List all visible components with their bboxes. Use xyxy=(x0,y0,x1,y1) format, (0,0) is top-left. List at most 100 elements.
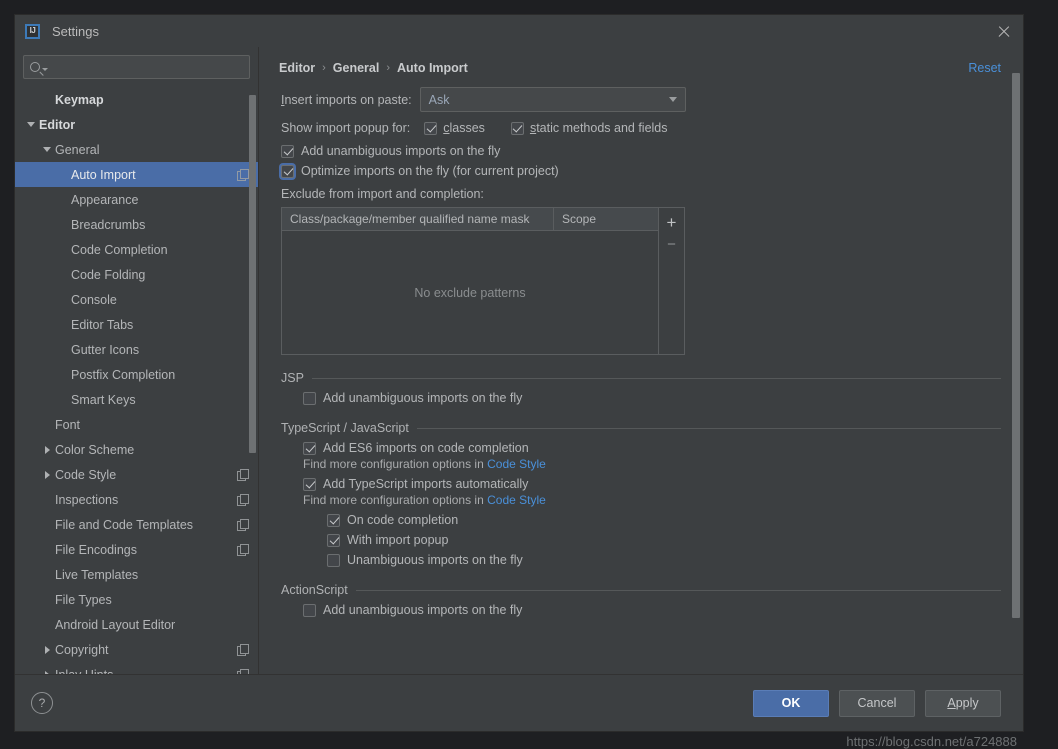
checkbox-classes[interactable]: classes xyxy=(424,121,485,135)
insert-imports-label: Insert imports on paste: xyxy=(281,93,412,107)
checkbox-jsp-add-unambiguous-box[interactable] xyxy=(303,392,316,405)
sidebar-item-android-layout-editor[interactable]: Android Layout Editor xyxy=(15,612,258,637)
sidebar-item-editor[interactable]: Editor xyxy=(15,112,258,137)
sidebar-item-file-and-code-templates[interactable]: File and Code Templates xyxy=(15,512,258,537)
sidebar-scrollbar[interactable] xyxy=(249,95,256,453)
checkbox-jsp-add-unambiguous-label: Add unambiguous imports on the fly xyxy=(323,391,522,405)
breadcrumb-item-0[interactable]: Editor xyxy=(279,61,315,75)
sidebar-item-label: Inspections xyxy=(55,493,118,507)
sidebar-item-breadcrumbs[interactable]: Breadcrumbs xyxy=(15,212,258,237)
exclude-table-buttons: + − xyxy=(659,207,685,355)
exclude-table-body[interactable]: No exclude patterns xyxy=(282,231,658,354)
project-scope-icon xyxy=(237,469,248,480)
static-label-rest: tatic methods and fields xyxy=(536,121,667,135)
chevron-down-icon[interactable] xyxy=(39,147,55,152)
checkbox-optimize-imports-box[interactable] xyxy=(281,165,294,178)
intellij-idea-icon: IJ xyxy=(25,24,40,39)
sidebar-item-label: General xyxy=(55,143,99,157)
checkbox-optimize-imports[interactable]: Optimize imports on the fly (for current… xyxy=(281,164,1023,178)
checkbox-with-import-popup[interactable]: With import popup xyxy=(327,533,1023,547)
chevron-right-icon[interactable] xyxy=(39,471,55,479)
checkbox-classes-label: classes xyxy=(443,121,485,135)
sidebar-item-appearance[interactable]: Appearance xyxy=(15,187,258,212)
help-button[interactable]: ? xyxy=(31,692,53,714)
column-header-scope[interactable]: Scope xyxy=(554,208,658,230)
checkbox-unambiguous-on-the-fly-label: Unambiguous imports on the fly xyxy=(347,553,523,567)
sidebar-item-color-scheme[interactable]: Color Scheme xyxy=(15,437,258,462)
sidebar-item-inspections[interactable]: Inspections xyxy=(15,487,258,512)
search-input[interactable] xyxy=(48,59,243,75)
settings-sidebar: KeymapEditor General Auto Import Appearance… xyxy=(15,47,259,674)
chevron-down-icon[interactable] xyxy=(23,122,39,127)
checkbox-unambiguous-on-the-fly[interactable]: Unambiguous imports on the fly xyxy=(327,553,1023,567)
ok-button[interactable]: OK xyxy=(753,690,829,717)
sidebar-item-code-folding[interactable]: Code Folding xyxy=(15,262,258,287)
breadcrumb-item-1[interactable]: General xyxy=(333,61,380,75)
auto-import-pane: Insert imports on paste: Ask Show import… xyxy=(259,75,1023,617)
sidebar-item-general[interactable]: General xyxy=(15,137,258,162)
checkbox-add-unambiguous-box[interactable] xyxy=(281,145,294,158)
sidebar-item-file-types[interactable]: File Types xyxy=(15,587,258,612)
remove-exclude-button[interactable]: − xyxy=(660,233,684,255)
settings-content: Editor › General › Auto Import Reset Ins… xyxy=(259,47,1023,674)
checkbox-with-import-popup-box[interactable] xyxy=(327,534,340,547)
checkbox-add-unambiguous[interactable]: Add unambiguous imports on the fly xyxy=(281,144,1023,158)
exclude-table-wrap: Class/package/member qualified name mask… xyxy=(281,207,685,355)
sidebar-item-live-templates[interactable]: Live Templates xyxy=(15,562,258,587)
checkbox-jsp-add-unambiguous[interactable]: Add unambiguous imports on the fly xyxy=(303,391,1023,405)
checkbox-static-methods-box[interactable] xyxy=(511,122,524,135)
checkbox-typescript-imports-box[interactable] xyxy=(303,478,316,491)
sidebar-item-keymap[interactable]: Keymap xyxy=(15,87,258,112)
sidebar-item-code-style[interactable]: Code Style xyxy=(15,462,258,487)
reset-link[interactable]: Reset xyxy=(968,61,1001,75)
checkbox-on-code-completion-box[interactable] xyxy=(327,514,340,527)
apply-button[interactable]: Apply xyxy=(925,690,1001,717)
sidebar-item-label: File Encodings xyxy=(55,543,137,557)
hint-es6-prefix: Find more configuration options in xyxy=(303,457,487,471)
content-scrollbar-thumb[interactable] xyxy=(1012,73,1020,618)
dialog-buttons: OK Cancel Apply xyxy=(753,690,1001,717)
sidebar-item-editor-tabs[interactable]: Editor Tabs xyxy=(15,312,258,337)
add-exclude-button[interactable]: + xyxy=(660,211,684,233)
sidebar-item-console[interactable]: Console xyxy=(15,287,258,312)
close-icon[interactable] xyxy=(995,23,1013,41)
sidebar-item-inlay-hints[interactable]: Inlay Hints xyxy=(15,662,258,674)
content-scrollbar[interactable] xyxy=(1012,73,1020,618)
sidebar-item-file-encodings[interactable]: File Encodings xyxy=(15,537,258,562)
chevron-right-icon[interactable] xyxy=(39,646,55,654)
sidebar-item-font[interactable]: Font xyxy=(15,412,258,437)
sidebar-item-label: Appearance xyxy=(71,193,138,207)
sidebar-item-postfix-completion[interactable]: Postfix Completion xyxy=(15,362,258,387)
checkbox-classes-box[interactable] xyxy=(424,122,437,135)
checkbox-es6-imports[interactable]: Add ES6 imports on code completion xyxy=(303,441,1023,455)
search-box[interactable] xyxy=(23,55,250,79)
checkbox-typescript-imports[interactable]: Add TypeScript imports automatically xyxy=(303,477,1023,491)
sidebar-item-code-completion[interactable]: Code Completion xyxy=(15,237,258,262)
exclude-table: Class/package/member qualified name mask… xyxy=(281,207,659,355)
project-scope-icon xyxy=(237,519,248,530)
code-style-link[interactable]: Code Style xyxy=(487,457,546,471)
checkbox-actionscript-add-unambiguous[interactable]: Add unambiguous imports on the fly xyxy=(303,603,1023,617)
sidebar-item-auto-import[interactable]: Auto Import xyxy=(15,162,258,187)
sidebar-item-label: Color Scheme xyxy=(55,443,134,457)
group-jsp: JSP xyxy=(281,371,1023,385)
checkbox-static-methods[interactable]: static methods and fields xyxy=(511,121,668,135)
code-style-link[interactable]: Code Style xyxy=(487,493,546,507)
cancel-button[interactable]: Cancel xyxy=(839,690,915,717)
insert-imports-row: Insert imports on paste: Ask xyxy=(281,87,1023,112)
sidebar-item-label: Gutter Icons xyxy=(71,343,139,357)
chevron-right-icon[interactable] xyxy=(39,446,55,454)
sidebar-item-gutter-icons[interactable]: Gutter Icons xyxy=(15,337,258,362)
column-header-mask[interactable]: Class/package/member qualified name mask xyxy=(282,208,554,230)
sidebar-item-copyright[interactable]: Copyright xyxy=(15,637,258,662)
checkbox-unambiguous-on-the-fly-box[interactable] xyxy=(327,554,340,567)
project-scope-icon xyxy=(237,544,248,555)
insert-imports-select[interactable]: Ask xyxy=(420,87,686,112)
checkbox-on-code-completion[interactable]: On code completion xyxy=(327,513,1023,527)
exclude-table-empty-text: No exclude patterns xyxy=(414,286,525,300)
checkbox-es6-imports-box[interactable] xyxy=(303,442,316,455)
window-title: Settings xyxy=(52,24,99,39)
checkbox-actionscript-add-unambiguous-box[interactable] xyxy=(303,604,316,617)
sidebar-scrollbar-thumb[interactable] xyxy=(249,95,256,453)
sidebar-item-smart-keys[interactable]: Smart Keys xyxy=(15,387,258,412)
